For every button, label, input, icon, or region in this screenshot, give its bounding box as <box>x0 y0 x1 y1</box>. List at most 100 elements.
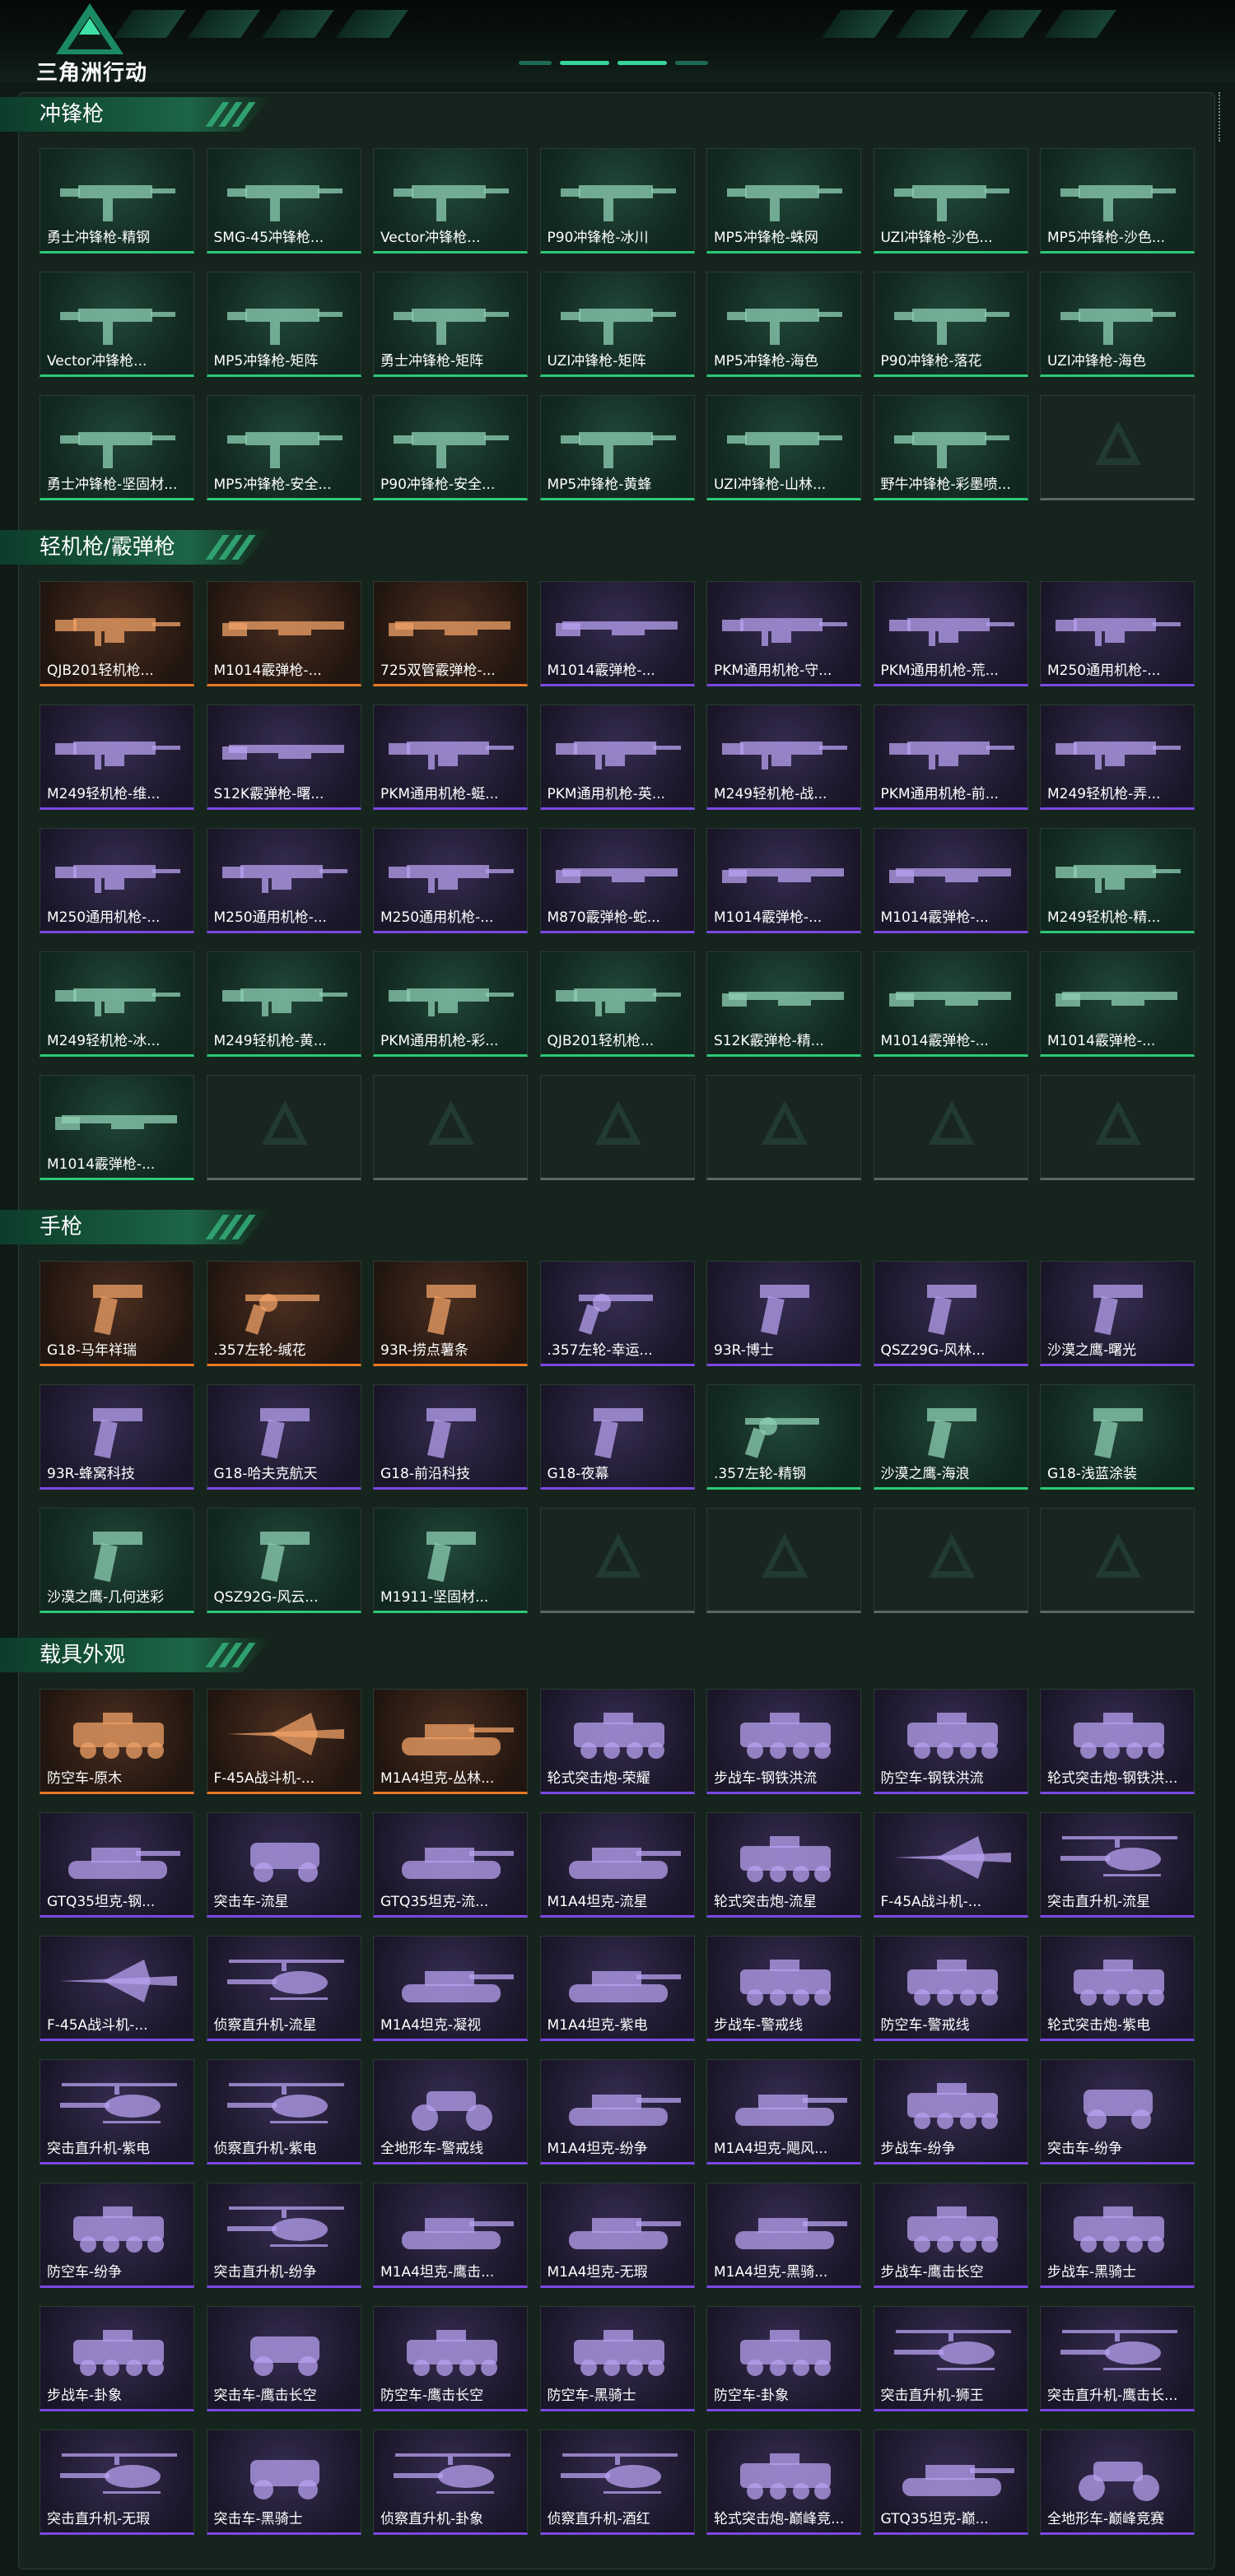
skin-card[interactable]: M249轻机枪-弄... <box>1040 704 1195 810</box>
skin-card[interactable]: GTQ35坦克-流... <box>373 1812 528 1918</box>
skin-card[interactable]: 突击直升机-无瑕 <box>40 2430 194 2535</box>
skin-card[interactable]: 轮式突击炮-流星 <box>706 1812 861 1918</box>
skin-card[interactable]: G18-马年祥瑞 <box>40 1261 194 1366</box>
skin-card[interactable]: MP5冲锋枪-海色 <box>706 272 861 377</box>
skin-card[interactable]: 轮式突击炮-钢铁洪... <box>1040 1689 1195 1794</box>
skin-card[interactable]: 沙漠之鹰-海浪 <box>873 1384 1028 1490</box>
skin-card[interactable]: M249轻机枪-黄... <box>206 951 361 1057</box>
skin-card[interactable]: QJB201轻机枪... <box>539 951 695 1057</box>
skin-card[interactable]: M1014霰弹枪-... <box>539 581 695 686</box>
skin-card[interactable]: 突击直升机-鹰击长... <box>1040 2306 1195 2411</box>
skin-card[interactable]: M250通用机枪-... <box>40 828 194 933</box>
skin-card[interactable]: M1014霰弹枪-... <box>873 828 1028 933</box>
skin-card[interactable]: 步战车-纷争 <box>873 2059 1028 2164</box>
skin-card[interactable]: M1A4坦克-纷争 <box>539 2059 695 2164</box>
skin-card[interactable]: Vector冲锋枪... <box>40 272 194 377</box>
skin-card[interactable]: PKM通用机枪-彩... <box>373 951 528 1057</box>
skin-card[interactable]: UZI冲锋枪-山林... <box>706 395 861 500</box>
skin-card[interactable]: PKM通用机枪-蜓... <box>373 704 528 810</box>
skin-card[interactable]: 93R-博士 <box>706 1261 861 1366</box>
skin-card[interactable]: QJB201轻机枪... <box>40 581 194 686</box>
skin-card[interactable]: 侦察直升机-卦象 <box>373 2430 528 2535</box>
skin-card[interactable]: 侦察直升机-酒红 <box>539 2430 695 2535</box>
skin-card[interactable]: M1014霰弹枪-... <box>706 828 861 933</box>
skin-card[interactable]: F-45A战斗机-... <box>206 1689 361 1794</box>
skin-card[interactable]: UZI冲锋枪-沙色... <box>873 148 1028 253</box>
skin-card[interactable]: M1014霰弹枪-... <box>873 951 1028 1057</box>
skin-card[interactable]: GTQ35坦克-巅... <box>873 2430 1028 2535</box>
skin-card[interactable]: PKM通用机枪-荒... <box>873 581 1028 686</box>
skin-card[interactable]: Vector冲锋枪... <box>373 148 528 253</box>
skin-card[interactable]: S12K霰弹枪-精... <box>706 951 861 1057</box>
skin-card[interactable]: 沙漠之鹰-几何迷彩 <box>40 1508 194 1613</box>
skin-card[interactable]: 防空车-原木 <box>40 1689 194 1794</box>
skin-card[interactable]: MP5冲锋枪-矩阵 <box>206 272 361 377</box>
skin-card[interactable]: GTQ35坦克-钢... <box>40 1812 194 1918</box>
skin-card[interactable]: 步战车-警戒线 <box>706 1936 861 2041</box>
skin-card[interactable]: M249轻机枪-维... <box>40 704 194 810</box>
skin-card[interactable]: 轮式突击炮-巅峰竞... <box>706 2430 861 2535</box>
skin-card[interactable]: 侦察直升机-紫电 <box>206 2059 361 2164</box>
skin-card[interactable]: 防空车-卦象 <box>706 2306 861 2411</box>
skin-card[interactable]: M1A4坦克-飓风... <box>706 2059 861 2164</box>
skin-card[interactable]: M1A4坦克-无瑕 <box>539 2183 695 2288</box>
skin-card[interactable]: 93R-捞点薯条 <box>373 1261 528 1366</box>
skin-card[interactable]: M249轻机枪-冰... <box>40 951 194 1057</box>
skin-card[interactable]: 防空车-黑骑士 <box>539 2306 695 2411</box>
skin-card[interactable]: M250通用机枪-... <box>1040 581 1195 686</box>
skin-card[interactable]: PKM通用机枪-守... <box>706 581 861 686</box>
skin-card[interactable]: 防空车-鹰击长空 <box>373 2306 528 2411</box>
skin-card[interactable]: M249轻机枪-精... <box>1040 828 1195 933</box>
skin-card[interactable]: 防空车-钢铁洪流 <box>873 1689 1028 1794</box>
skin-card[interactable]: 突击车-流星 <box>206 1812 361 1918</box>
skin-card[interactable]: M1014霰弹枪-... <box>206 581 361 686</box>
skin-card[interactable]: G18-夜幕 <box>539 1384 695 1490</box>
skin-card[interactable]: QSZ29G-风林... <box>873 1261 1028 1366</box>
skin-card[interactable]: 防空车-纷争 <box>40 2183 194 2288</box>
skin-card[interactable]: G18-哈夫克航天 <box>206 1384 361 1490</box>
skin-card[interactable]: 全地形车-警戒线 <box>373 2059 528 2164</box>
skin-card[interactable]: M250通用机枪-... <box>206 828 361 933</box>
skin-card[interactable]: 725双管霰弹枪-... <box>373 581 528 686</box>
skin-card[interactable]: P90冲锋枪-安全... <box>373 395 528 500</box>
skin-card[interactable]: 轮式突击炮-荣耀 <box>539 1689 695 1794</box>
skin-card[interactable]: .357左轮-缄花 <box>206 1261 361 1366</box>
skin-card[interactable]: PKM通用机枪-英... <box>539 704 695 810</box>
skin-card[interactable]: 全地形车-巅峰竞赛 <box>1040 2430 1195 2535</box>
skin-card[interactable]: F-45A战斗机-... <box>40 1936 194 2041</box>
skin-card[interactable]: PKM通用机枪-前... <box>873 704 1028 810</box>
skin-card[interactable]: 步战车-鹰击长空 <box>873 2183 1028 2288</box>
skin-card[interactable]: M1A4坦克-丛林... <box>373 1689 528 1794</box>
skin-card[interactable]: P90冲锋枪-冰川 <box>539 148 695 253</box>
skin-card[interactable]: M249轻机枪-战... <box>706 704 861 810</box>
skin-card[interactable]: M1A4坦克-紫电 <box>539 1936 695 2041</box>
skin-card[interactable]: M1014霰弹枪-... <box>40 1075 194 1180</box>
skin-card[interactable]: MP5冲锋枪-黄蜂 <box>539 395 695 500</box>
skin-card[interactable]: G18-浅蓝涂装 <box>1040 1384 1195 1490</box>
skin-card[interactable]: M1A4坦克-流星 <box>539 1812 695 1918</box>
skin-card[interactable]: UZI冲锋枪-矩阵 <box>539 272 695 377</box>
skin-card[interactable]: G18-前沿科技 <box>373 1384 528 1490</box>
skin-card[interactable]: 勇士冲锋枪-精钢 <box>40 148 194 253</box>
skin-card[interactable]: M1014霰弹枪-... <box>1040 951 1195 1057</box>
skin-card[interactable]: 轮式突击炮-紫电 <box>1040 1936 1195 2041</box>
skin-card[interactable]: 野牛冲锋枪-彩墨喷... <box>873 395 1028 500</box>
skin-card[interactable]: M870霰弹枪-蛇... <box>539 828 695 933</box>
skin-card[interactable]: MP5冲锋枪-蛛网 <box>706 148 861 253</box>
skin-card[interactable]: SMG-45冲锋枪... <box>206 148 361 253</box>
skin-card[interactable]: F-45A战斗机-... <box>873 1812 1028 1918</box>
skin-card[interactable]: 步战车-钢铁洪流 <box>706 1689 861 1794</box>
skin-card[interactable]: 突击车-鹰击长空 <box>206 2306 361 2411</box>
skin-card[interactable]: UZI冲锋枪-海色 <box>1040 272 1195 377</box>
skin-card[interactable]: 沙漠之鹰-曙光 <box>1040 1261 1195 1366</box>
skin-card[interactable]: 突击直升机-纷争 <box>206 2183 361 2288</box>
skin-card[interactable]: 步战车-黑骑士 <box>1040 2183 1195 2288</box>
skin-card[interactable]: 侦察直升机-流星 <box>206 1936 361 2041</box>
skin-card[interactable]: 突击车-黑骑士 <box>206 2430 361 2535</box>
skin-card[interactable]: 突击直升机-流星 <box>1040 1812 1195 1918</box>
scrollbar[interactable] <box>1219 92 1223 142</box>
skin-card[interactable]: M1A4坦克-凝视 <box>373 1936 528 2041</box>
skin-card[interactable]: .357左轮-精钢 <box>706 1384 861 1490</box>
skin-card[interactable]: 勇士冲锋枪-坚固材... <box>40 395 194 500</box>
skin-card[interactable]: 突击车-纷争 <box>1040 2059 1195 2164</box>
